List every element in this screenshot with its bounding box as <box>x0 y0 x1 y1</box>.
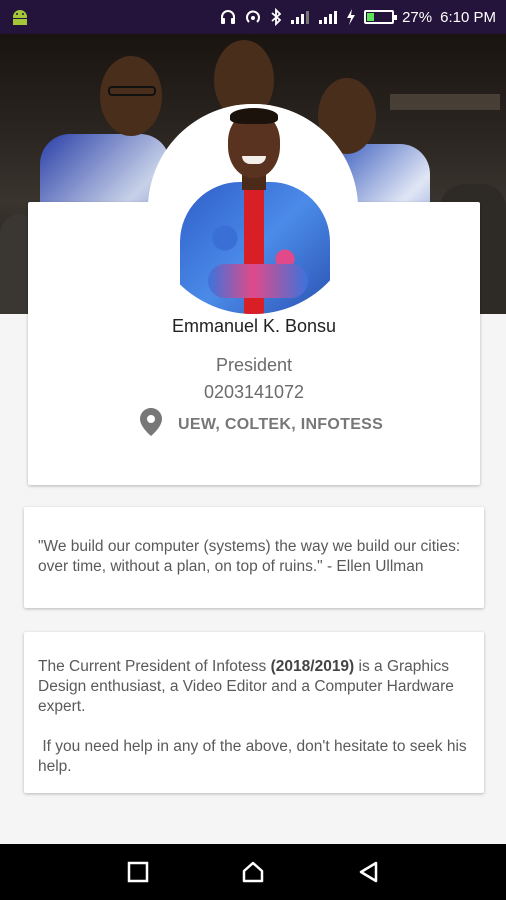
profile-role: President <box>215 355 293 375</box>
location-pin-icon <box>140 408 162 441</box>
charging-icon <box>346 9 356 25</box>
home-icon <box>242 861 264 883</box>
bio-term: (2018/2019) <box>270 658 355 675</box>
home-button[interactable] <box>233 852 273 892</box>
profile-location: UEW, COLTEK, INFOTESS <box>140 408 383 441</box>
bio-paragraph-1: The Current President of Infotess (2018/… <box>38 658 454 715</box>
clock: 6:10 PM <box>440 8 496 26</box>
back-icon <box>360 861 378 883</box>
android-icon <box>10 8 30 26</box>
headphones-icon <box>220 9 236 25</box>
status-bar: 27% 6:10 PM <box>0 0 506 34</box>
battery-icon <box>364 10 398 24</box>
back-button[interactable] <box>348 852 388 892</box>
system-nav-bar <box>0 844 506 900</box>
bluetooth-icon <box>270 8 282 26</box>
quote-text: "We build our computer (systems) the way… <box>38 538 461 575</box>
battery-level <box>367 13 375 21</box>
profile-avatar[interactable] <box>148 104 358 314</box>
bio-card: The Current President of Infotess (2018/… <box>24 632 484 793</box>
signal-icon <box>290 9 310 25</box>
bio-paragraph-2: If you need help in any of the above, do… <box>38 738 471 775</box>
hotspot-icon <box>244 9 262 25</box>
recent-apps-button[interactable] <box>118 852 158 892</box>
profile-phone[interactable]: 0203141072 <box>28 382 480 403</box>
quote-card: "We build our computer (systems) the way… <box>24 507 484 608</box>
profile-name: Emmanuel K. Bonsu <box>171 316 337 336</box>
recent-apps-icon <box>127 861 148 883</box>
battery-percent: 27% <box>402 8 433 26</box>
signal-icon-2 <box>318 9 338 25</box>
location-text: UEW, COLTEK, INFOTESS <box>178 415 384 433</box>
